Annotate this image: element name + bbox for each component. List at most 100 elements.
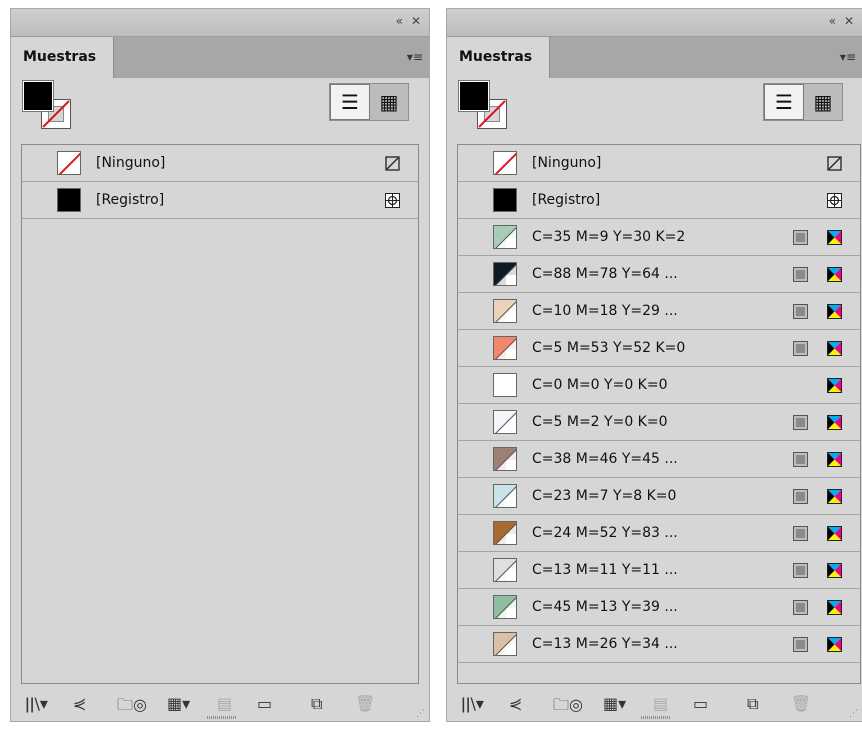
swatch-name: C=23 M=7 Y=8 K=0 xyxy=(532,488,677,504)
swatch-color-chip xyxy=(57,188,81,212)
resize-corner-icon[interactable]: ⋰ xyxy=(416,709,425,719)
swatch-color-chip xyxy=(493,484,517,508)
swatches-panel-left: « ✕ Muestras ▾≡ ☰ ▦ [Ninguno] [Registro] … xyxy=(10,8,430,722)
library-icon[interactable]: ǀǀ\▾ xyxy=(461,694,484,713)
tab-swatches[interactable]: Muestras xyxy=(11,37,114,78)
resize-grip[interactable] xyxy=(641,716,671,719)
library-icon[interactable]: ǀǀ\▾ xyxy=(25,694,48,713)
show-swatch-kinds-icon[interactable]: ▦▾ xyxy=(167,694,190,713)
cmyk-mode-icon xyxy=(827,637,842,652)
process-color-icon xyxy=(793,267,808,282)
panel-menu-icon[interactable]: ▾≡ xyxy=(840,50,856,64)
swatch-color-chip xyxy=(493,225,517,249)
tab-row: Muestras ▾≡ xyxy=(447,37,862,78)
swatch-color-chip xyxy=(493,373,517,397)
swatch-options-icon: ▤ xyxy=(217,694,233,713)
swatch-color-chip xyxy=(493,632,517,656)
collapse-icon[interactable]: « xyxy=(396,14,403,28)
panel-title-bar[interactable]: « ✕ xyxy=(447,9,862,37)
swatch-row[interactable]: C=35 M=9 Y=30 K=2 xyxy=(458,219,860,256)
grid-view-button[interactable]: ▦ xyxy=(370,84,408,120)
swatch-list[interactable]: [Ninguno] [Registro] C=35 M=9 Y=30 K=2 C=88… xyxy=(457,144,861,684)
cmyk-mode-icon xyxy=(827,230,842,245)
process-color-icon xyxy=(793,489,808,504)
share-icon[interactable]: ⋞ xyxy=(509,694,522,713)
fill-swatch[interactable] xyxy=(458,80,490,112)
swatch-name: C=38 M=46 Y=45 ... xyxy=(532,451,678,467)
tab-row: Muestras ▾≡ xyxy=(11,37,429,78)
new-swatch-icon[interactable]: ⧉ xyxy=(747,694,758,714)
cmyk-mode-icon xyxy=(827,341,842,356)
swatch-color-chip xyxy=(493,262,517,286)
list-view-button[interactable]: ☰ xyxy=(764,84,804,120)
close-icon[interactable]: ✕ xyxy=(411,14,421,28)
list-view-button[interactable]: ☰ xyxy=(330,84,370,120)
share-icon[interactable]: ⋞ xyxy=(73,694,86,713)
process-color-icon xyxy=(793,526,808,541)
swatch-list[interactable]: [Ninguno] [Registro] xyxy=(21,144,419,684)
swatch-row[interactable]: [Registro] xyxy=(22,182,418,219)
swatch-name: C=13 M=26 Y=34 ... xyxy=(532,636,678,652)
swatch-row[interactable]: C=5 M=53 Y=52 K=0 xyxy=(458,330,860,367)
new-color-group-icon[interactable]: 🗀◎ xyxy=(553,694,583,721)
delete-swatch-icon: 🗑 xyxy=(355,694,376,713)
swatch-row[interactable]: C=13 M=26 Y=34 ... xyxy=(458,626,860,663)
swatch-name: [Registro] xyxy=(532,192,601,208)
swatch-name: C=24 M=52 Y=83 ... xyxy=(532,525,678,541)
swatch-row[interactable]: C=13 M=11 Y=11 ... xyxy=(458,552,860,589)
cmyk-mode-icon xyxy=(827,304,842,319)
swatch-color-chip xyxy=(493,410,517,434)
process-color-icon xyxy=(793,563,808,578)
process-color-icon xyxy=(793,452,808,467)
swatch-name: C=35 M=9 Y=30 K=2 xyxy=(532,229,686,245)
cmyk-mode-icon xyxy=(827,267,842,282)
new-color-group-icon[interactable]: 🗀◎ xyxy=(117,694,147,721)
process-color-icon xyxy=(793,415,808,430)
swatch-row[interactable]: C=5 M=2 Y=0 K=0 xyxy=(458,404,860,441)
collapse-icon[interactable]: « xyxy=(829,14,836,28)
new-swatch-icon[interactable]: ⧉ xyxy=(311,694,322,714)
tab-swatches[interactable]: Muestras xyxy=(447,37,550,78)
swatch-row[interactable]: [Ninguno] xyxy=(458,145,860,182)
swatch-options-icon: ▤ xyxy=(653,694,669,713)
grid-view-button[interactable]: ▦ xyxy=(804,84,842,120)
swatch-row[interactable]: [Registro] xyxy=(458,182,860,219)
new-folder-icon[interactable]: ▭ xyxy=(693,694,708,713)
swatch-row[interactable]: C=45 M=13 Y=39 ... xyxy=(458,589,860,626)
cmyk-mode-icon xyxy=(827,415,842,430)
swatch-color-chip xyxy=(493,336,517,360)
resize-grip[interactable] xyxy=(207,716,237,719)
cmyk-mode-icon xyxy=(827,452,842,467)
cmyk-mode-icon xyxy=(827,489,842,504)
close-icon[interactable]: ✕ xyxy=(844,14,854,28)
panel-title-bar[interactable]: « ✕ xyxy=(11,9,429,37)
fill-swatch[interactable] xyxy=(22,80,54,112)
swatch-color-chip xyxy=(493,558,517,582)
list-view-icon: ☰ xyxy=(775,90,793,114)
swatch-row[interactable]: C=0 M=0 Y=0 K=0 xyxy=(458,367,860,404)
panel-menu-icon[interactable]: ▾≡ xyxy=(407,50,423,64)
swatch-name: [Ninguno] xyxy=(96,155,166,171)
swatch-row[interactable]: C=10 M=18 Y=29 ... xyxy=(458,293,860,330)
swatch-row[interactable]: C=23 M=7 Y=8 K=0 xyxy=(458,478,860,515)
process-color-icon xyxy=(793,304,808,319)
cmyk-mode-icon xyxy=(827,563,842,578)
new-folder-icon[interactable]: ▭ xyxy=(257,694,272,713)
swatches-panel-right: « ✕ Muestras ▾≡ ☰ ▦ [Ninguno] [Registro] C… xyxy=(446,8,862,722)
swatch-row[interactable]: C=38 M=46 Y=45 ... xyxy=(458,441,860,478)
list-view-icon: ☰ xyxy=(341,90,359,114)
none-edit-icon xyxy=(827,156,842,171)
swatch-color-chip xyxy=(493,151,517,175)
fill-stroke-proxy[interactable] xyxy=(22,80,83,137)
swatch-row[interactable]: [Ninguno] xyxy=(22,145,418,182)
fill-stroke-proxy[interactable] xyxy=(458,80,519,137)
panel-footer: ǀǀ\▾ ⋞ 🗀◎ ▦▾ ▤ ▭ ⧉ 🗑 ⋰ xyxy=(447,685,862,723)
swatch-name: C=45 M=13 Y=39 ... xyxy=(532,599,678,615)
swatch-row[interactable]: C=88 M=78 Y=64 ... xyxy=(458,256,860,293)
swatch-row[interactable]: C=24 M=52 Y=83 ... xyxy=(458,515,860,552)
process-color-icon xyxy=(793,637,808,652)
swatch-name: C=10 M=18 Y=29 ... xyxy=(532,303,678,319)
show-swatch-kinds-icon[interactable]: ▦▾ xyxy=(603,694,626,713)
swatch-name: C=5 M=2 Y=0 K=0 xyxy=(532,414,668,430)
resize-corner-icon[interactable]: ⋰ xyxy=(849,709,858,719)
